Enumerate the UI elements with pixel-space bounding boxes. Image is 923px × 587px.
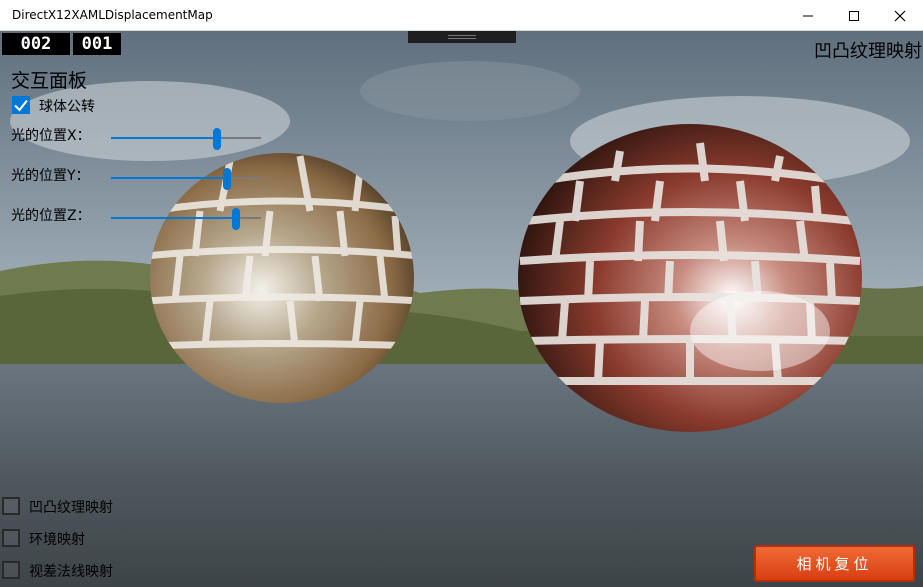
- bump-mapping-label: 凹凸纹理映射: [29, 500, 113, 516]
- window-title: DirectX12XAMLDisplacementMap: [12, 8, 213, 22]
- slider-thumb[interactable]: [223, 168, 232, 190]
- environment-mapping-label: 环境映射: [29, 532, 85, 548]
- close-button[interactable]: [877, 0, 923, 31]
- title-bar: DirectX12XAMLDisplacementMap: [0, 0, 923, 31]
- slider-z-label: 光的位置Z：: [11, 208, 91, 224]
- slider-fill: [111, 137, 218, 139]
- slider-thumb[interactable]: [213, 128, 222, 150]
- scene-title: 凹凸纹理映射: [814, 41, 922, 62]
- scene-render: [0, 31, 923, 587]
- minimize-button[interactable]: [785, 0, 831, 31]
- app-bar-handle[interactable]: [408, 31, 516, 43]
- maximize-button[interactable]: [831, 0, 877, 31]
- bump-mapping-checkbox[interactable]: [2, 497, 20, 515]
- camera-reset-button[interactable]: 相机复位: [754, 545, 915, 582]
- maximize-icon: [849, 10, 859, 21]
- environment-mapping-checkbox[interactable]: [2, 529, 20, 547]
- revolve-checkbox[interactable]: [12, 96, 30, 114]
- slider-fill: [111, 217, 236, 219]
- parallax-mapping-label: 视差法线映射: [29, 564, 113, 580]
- render-viewport[interactable]: [0, 31, 923, 587]
- light-z-slider[interactable]: [111, 208, 261, 230]
- grip-icon: [448, 35, 476, 36]
- slider-x-label: 光的位置X：: [11, 128, 91, 144]
- revolve-label: 球体公转: [39, 99, 95, 115]
- slider-fill: [111, 177, 228, 179]
- parallax-mapping-checkbox[interactable]: [2, 561, 20, 579]
- minimize-icon: [803, 15, 813, 16]
- panel-title: 交互面板: [11, 70, 88, 92]
- light-y-slider[interactable]: [111, 168, 261, 190]
- frame-counter-left: 002: [2, 33, 70, 55]
- checkmark-icon: [14, 99, 28, 112]
- frame-counter-right: 001: [73, 33, 121, 55]
- close-icon: [894, 10, 906, 21]
- slider-y-label: 光的位置Y：: [11, 168, 90, 184]
- light-x-slider[interactable]: [111, 128, 261, 150]
- slider-thumb[interactable]: [231, 208, 240, 230]
